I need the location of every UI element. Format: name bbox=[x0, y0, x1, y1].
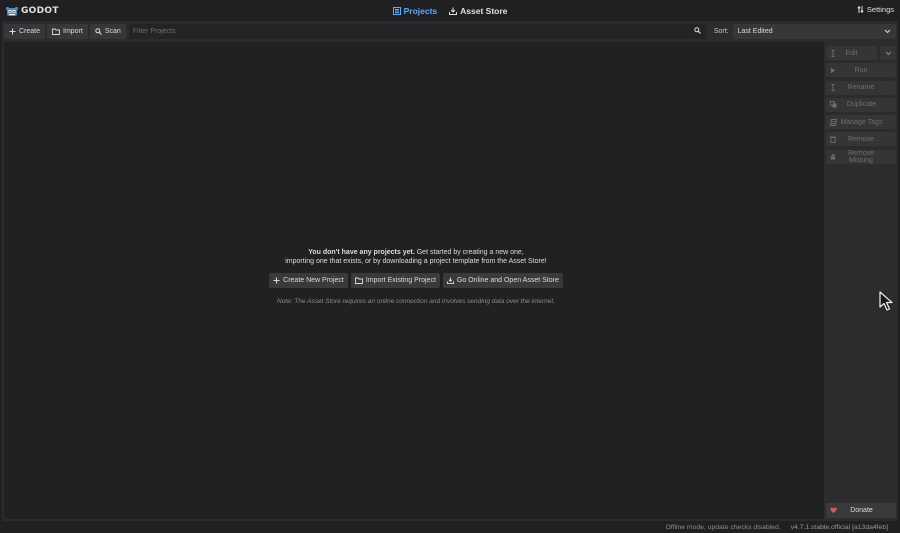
edit-label: Edit bbox=[845, 49, 858, 57]
go-online-asset-store-label: Go Online and Open Asset Store bbox=[456, 277, 559, 284]
remove-missing-label: Remove Missing bbox=[847, 149, 875, 164]
tag-icon bbox=[830, 118, 837, 126]
projects-toolbar: Create Import Scan Filter Projects Sort:… bbox=[4, 23, 896, 40]
create-new-project-button[interactable]: Create New Project bbox=[269, 273, 348, 288]
remove-missing-button[interactable]: Remove Missing bbox=[826, 149, 896, 164]
asset-store-note: Note: The Asset Store requires an online… bbox=[277, 298, 555, 305]
project-actions-sidebar: Edit Run Rename Duplicate Manage Tags Re… bbox=[826, 46, 896, 167]
download-icon bbox=[446, 277, 454, 284]
godot-logo: GODOT bbox=[6, 4, 59, 17]
import-label: Import bbox=[63, 28, 83, 35]
duplicate-label: Duplicate bbox=[846, 101, 877, 109]
duplicate-button[interactable]: Duplicate bbox=[826, 97, 896, 112]
tab-asset-store-label: Asset Store bbox=[460, 5, 508, 16]
projects-panel: Create Import Scan Filter Projects Sort:… bbox=[2, 21, 898, 521]
folder-icon bbox=[52, 28, 60, 35]
status-bar: Offline mode, update checks disabled. v4… bbox=[0, 521, 900, 533]
filter-projects-field[interactable] bbox=[128, 24, 706, 39]
godot-project-manager: GODOT Projects Asset Store Settings Crea… bbox=[0, 0, 900, 533]
sort-label: Sort: bbox=[713, 28, 729, 35]
manage-tags-label: Manage Tags bbox=[840, 118, 883, 126]
rename-label: Rename bbox=[847, 84, 875, 92]
edit-dropdown-button[interactable] bbox=[880, 46, 896, 60]
top-bar: GODOT Projects Asset Store Settings bbox=[0, 0, 900, 21]
edit-button[interactable]: Edit bbox=[826, 46, 877, 60]
download-icon bbox=[449, 7, 458, 15]
tab-projects[interactable]: Projects bbox=[392, 5, 438, 16]
create-button[interactable]: Create bbox=[4, 24, 46, 39]
import-existing-project-label: Import Existing Project bbox=[365, 277, 436, 284]
empty-state-message: You don't have any projects yet. Get sta… bbox=[2, 249, 830, 266]
chevron-down-icon bbox=[884, 29, 891, 34]
plus-icon bbox=[273, 277, 280, 284]
go-online-asset-store-button[interactable]: Go Online and Open Asset Store bbox=[442, 273, 563, 288]
offline-status: Offline mode, update checks disabled. bbox=[665, 523, 781, 531]
empty-state-bold: You don't have any projects yet. bbox=[308, 249, 415, 256]
empty-state: You don't have any projects yet. Get sta… bbox=[2, 249, 830, 305]
empty-state-text-1: Get started by creating a new one, bbox=[414, 249, 524, 256]
tab-projects-label: Projects bbox=[403, 5, 438, 16]
donate-label: Donate bbox=[850, 507, 873, 514]
run-label: Run bbox=[854, 66, 868, 74]
duplicate-icon bbox=[830, 101, 837, 108]
search-icon bbox=[694, 27, 701, 34]
create-label: Create bbox=[19, 28, 41, 35]
logo-text: GODOT bbox=[21, 5, 59, 16]
sort-select[interactable]: Last Edited bbox=[732, 24, 896, 39]
filter-projects-input[interactable] bbox=[132, 28, 673, 35]
run-button[interactable]: Run bbox=[826, 63, 896, 78]
empty-state-text-2: importing one that exists, or by downloa… bbox=[285, 257, 547, 265]
search-icon bbox=[95, 28, 102, 35]
chevron-down-icon bbox=[885, 51, 891, 55]
manage-tags-button[interactable]: Manage Tags bbox=[826, 115, 896, 130]
donate-button[interactable]: Donate bbox=[826, 503, 896, 518]
heart-icon bbox=[830, 507, 837, 514]
remove-label: Remove bbox=[847, 135, 875, 143]
scan-label: Scan bbox=[104, 28, 121, 35]
folder-icon bbox=[354, 277, 363, 284]
create-new-project-label: Create New Project bbox=[283, 277, 344, 284]
tab-asset-store[interactable]: Asset Store bbox=[449, 6, 507, 16]
remove-button[interactable]: Remove bbox=[826, 132, 896, 147]
rename-button[interactable]: Rename bbox=[826, 80, 896, 95]
list-icon bbox=[392, 6, 401, 15]
godot-robot-icon bbox=[6, 6, 18, 16]
sort-value: Last Edited bbox=[737, 28, 773, 35]
settings-sliders-icon bbox=[857, 6, 864, 13]
mouse-cursor-icon bbox=[879, 291, 893, 311]
main-tabs: Projects Asset Store bbox=[0, 0, 900, 21]
plus-icon bbox=[9, 28, 16, 35]
edit-row: Edit bbox=[826, 46, 896, 60]
scan-button[interactable]: Scan bbox=[89, 24, 126, 39]
import-button[interactable]: Import bbox=[47, 24, 88, 39]
empty-state-actions: Create New Project Import Existing Proje… bbox=[2, 273, 830, 288]
settings-label: Settings bbox=[866, 5, 894, 14]
import-existing-project-button[interactable]: Import Existing Project bbox=[350, 273, 440, 288]
version-label[interactable]: v4.7.1.stable.official [a13da4feb] bbox=[791, 524, 888, 531]
settings-button[interactable]: Settings bbox=[857, 5, 894, 14]
